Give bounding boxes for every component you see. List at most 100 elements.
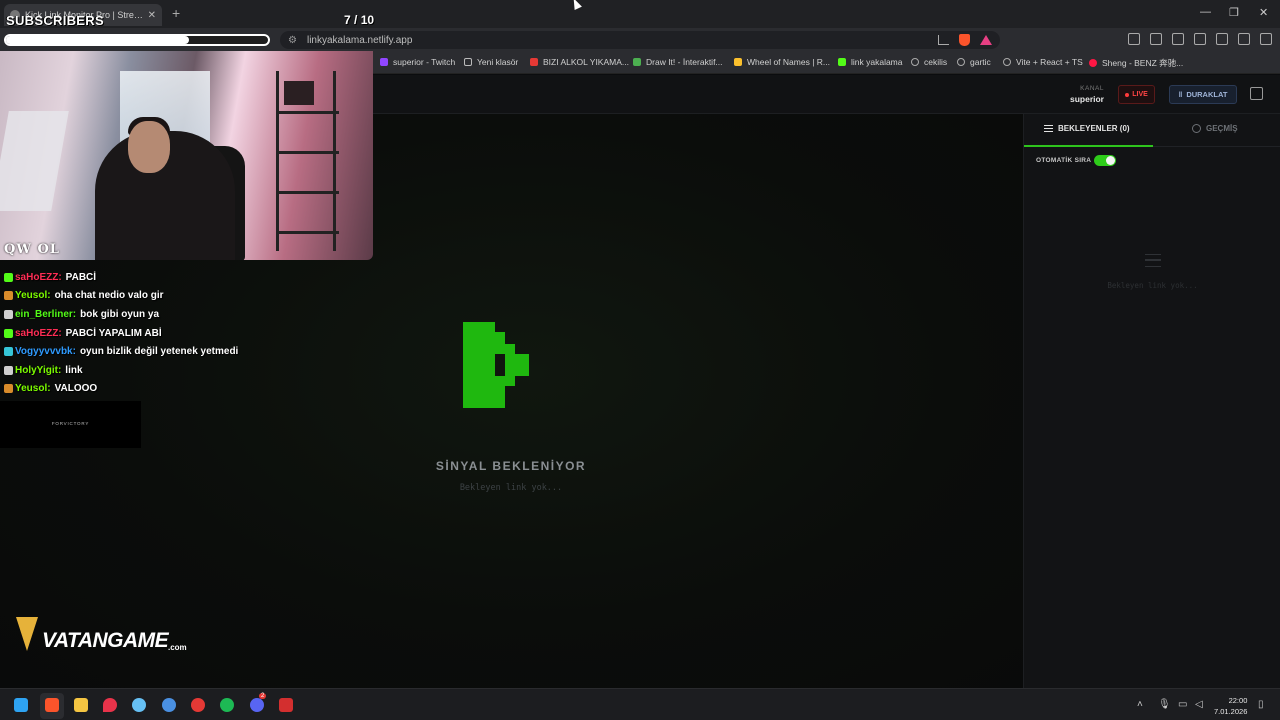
- chat-message: saHoEZZ: PABCİ YAPALIM ABİ: [4, 324, 304, 343]
- external-link-icon[interactable]: [1250, 87, 1263, 100]
- notifications-icon[interactable]: ▯: [1258, 699, 1264, 710]
- goal-current: 7: [344, 13, 351, 27]
- clock-date: 7.01.2026: [1214, 707, 1248, 716]
- sub-badge-icon: [4, 347, 13, 357]
- bookmark-item[interactable]: Wheel of Names | R...: [734, 57, 830, 67]
- queue-tabs: BEKLEYENLER (0) GEÇMİŞ: [1024, 114, 1280, 147]
- leo-ai-icon[interactable]: [1216, 33, 1228, 45]
- channel-name: superior: [1069, 94, 1104, 104]
- vpn-icon[interactable]: [1238, 33, 1250, 45]
- bookmark-label: Vite + React + TS: [1016, 57, 1083, 67]
- steam-icon[interactable]: [132, 698, 146, 712]
- active-tab-indicator: [1024, 145, 1153, 147]
- auto-queue-toggle[interactable]: [1094, 155, 1116, 166]
- bookmark-label: BIZI ALKOL YIKAMA...: [543, 57, 629, 67]
- bookmark-folder[interactable]: Yeni klasör: [464, 57, 518, 67]
- live-label: LIVE: [1132, 91, 1148, 98]
- bookmark-item[interactable]: link yakalama: [838, 57, 903, 67]
- chat-username: Yeusol:: [15, 290, 51, 302]
- chat-text: link: [65, 364, 83, 376]
- browser-tab-bar: Kick Link Monitor Pro | Stream D ✕ + — ❐…: [0, 0, 1280, 28]
- network-icon[interactable]: ▭: [1178, 699, 1187, 710]
- clock-time: 22:00: [1228, 696, 1248, 705]
- cam-frame: [284, 81, 314, 105]
- sub-badge-icon: [4, 328, 13, 338]
- chat-username: ein_Berliner:: [15, 308, 77, 320]
- tab-history-label: GEÇMİŞ: [1206, 124, 1238, 133]
- cam-tag: QW OL: [4, 242, 60, 257]
- brave-browser-icon[interactable]: [45, 698, 59, 712]
- bookmark-favicon-icon: [838, 58, 846, 66]
- bookmark-item[interactable]: cekilis: [911, 57, 947, 67]
- discord-icon[interactable]: [250, 698, 264, 712]
- bookmark-label: Wheel of Names | R...: [747, 57, 830, 67]
- chat-username: Vogyyvvvbk:: [15, 346, 76, 358]
- bookmark-favicon-icon: [530, 58, 538, 66]
- extensions-icon[interactable]: [1128, 33, 1140, 45]
- forvictory-logo: FORVICTORY: [51, 421, 90, 426]
- toggle-knob: [1106, 156, 1115, 165]
- minimize-icon[interactable]: —: [1200, 6, 1211, 18]
- media-app-icon[interactable]: [279, 698, 293, 712]
- bookmark-item[interactable]: Draw It! - İnteraktif...: [633, 57, 723, 67]
- chat-text: bok gibi oyun ya: [80, 308, 160, 320]
- microphone-icon[interactable]: 🎙: [1158, 699, 1171, 710]
- water-drop-icon[interactable]: [162, 698, 176, 712]
- sidebar-icon[interactable]: [1172, 33, 1184, 45]
- tab-close-icon[interactable]: ✕: [148, 10, 156, 21]
- spotify-icon[interactable]: [220, 698, 234, 712]
- window-close-icon[interactable]: ✕: [1259, 6, 1268, 19]
- red-app-icon[interactable]: [191, 698, 205, 712]
- tab-history[interactable]: GEÇMİŞ: [1192, 124, 1238, 133]
- forvictory-banner: FORVICTORY: [0, 401, 141, 448]
- new-tab-button[interactable]: +: [172, 5, 180, 21]
- sub-goal-bar: [4, 34, 270, 46]
- chat-message: ein_Berliner: bok gibi oyun ya: [4, 305, 304, 324]
- bookmark-item[interactable]: superior - Twitch: [380, 57, 455, 67]
- windows-start-icon[interactable]: [14, 698, 28, 712]
- share-icon[interactable]: [938, 35, 949, 45]
- bookmark-item[interactable]: BIZI ALKOL YIKAMA...: [530, 57, 629, 67]
- live-button[interactable]: LIVE: [1118, 85, 1155, 104]
- menu-icon[interactable]: [1260, 33, 1272, 45]
- bookmark-item[interactable]: Vite + React + TS: [1003, 57, 1083, 67]
- chat-message: saHoEZZ: PABCİ: [4, 268, 304, 287]
- chat-text: VALOOO: [54, 383, 98, 395]
- brave-rewards-icon[interactable]: [980, 35, 992, 45]
- bookmark-label: cekilis: [924, 57, 948, 67]
- file-explorer-icon[interactable]: [74, 698, 88, 712]
- restore-icon[interactable]: ❐: [1229, 6, 1239, 19]
- bookmark-favicon-icon: [380, 58, 388, 66]
- bookmark-item[interactable]: gartic: [957, 57, 991, 67]
- cam-streamer-head: [128, 121, 170, 173]
- channel-info: KANAL superior: [1070, 85, 1104, 104]
- sub-badge-icon: [4, 365, 13, 375]
- folder-icon: [464, 58, 472, 66]
- address-bar[interactable]: ⚙ linkyakalama.netlify.app: [280, 31, 1000, 49]
- chat-message: Vogyyvvvbk: oyun bizlik değil yetenek yet…: [4, 342, 304, 361]
- queue-panel: BEKLEYENLER (0) GEÇMİŞ OTOMATİK SIRA Bek…: [1023, 114, 1280, 688]
- site-settings-icon[interactable]: ⚙: [288, 35, 297, 46]
- tab-pending[interactable]: BEKLEYENLER (0): [1044, 124, 1130, 133]
- globe-icon: [911, 58, 919, 66]
- cam-mic-arm: [0, 111, 69, 211]
- system-clock[interactable]: 22:00 7.01.2026: [1214, 695, 1247, 717]
- url-text: linkyakalama.netlify.app: [306, 34, 413, 46]
- volume-icon[interactable]: ◁: [1195, 699, 1203, 710]
- pause-button[interactable]: ‖ DURAKLAT: [1169, 85, 1237, 104]
- tray-overflow-icon[interactable]: ˄: [1137, 699, 1143, 710]
- discord-badge: 2: [259, 693, 267, 699]
- bookmark-label: link yakalama: [851, 57, 903, 67]
- chat-text: PABCİ YAPALIM ABİ: [65, 327, 162, 339]
- wallet-icon[interactable]: [1150, 33, 1162, 45]
- sub-goal-counter: 7 / 10: [344, 13, 374, 27]
- maps-pin-icon[interactable]: [103, 698, 117, 712]
- sponsor-word: VATANGAME: [42, 629, 169, 652]
- chat-message: Yeusol: oha chat nedio valo gir: [4, 287, 304, 306]
- brave-shields-icon[interactable]: [959, 34, 970, 46]
- chat-username: Yeusol:: [15, 383, 51, 395]
- bookmark-item[interactable]: Sheng - BENZ 奔驰...: [1089, 57, 1183, 69]
- tab-search-icon[interactable]: [1194, 33, 1206, 45]
- sponsor-tld: .com: [168, 643, 187, 652]
- live-dot-icon: [1125, 92, 1130, 97]
